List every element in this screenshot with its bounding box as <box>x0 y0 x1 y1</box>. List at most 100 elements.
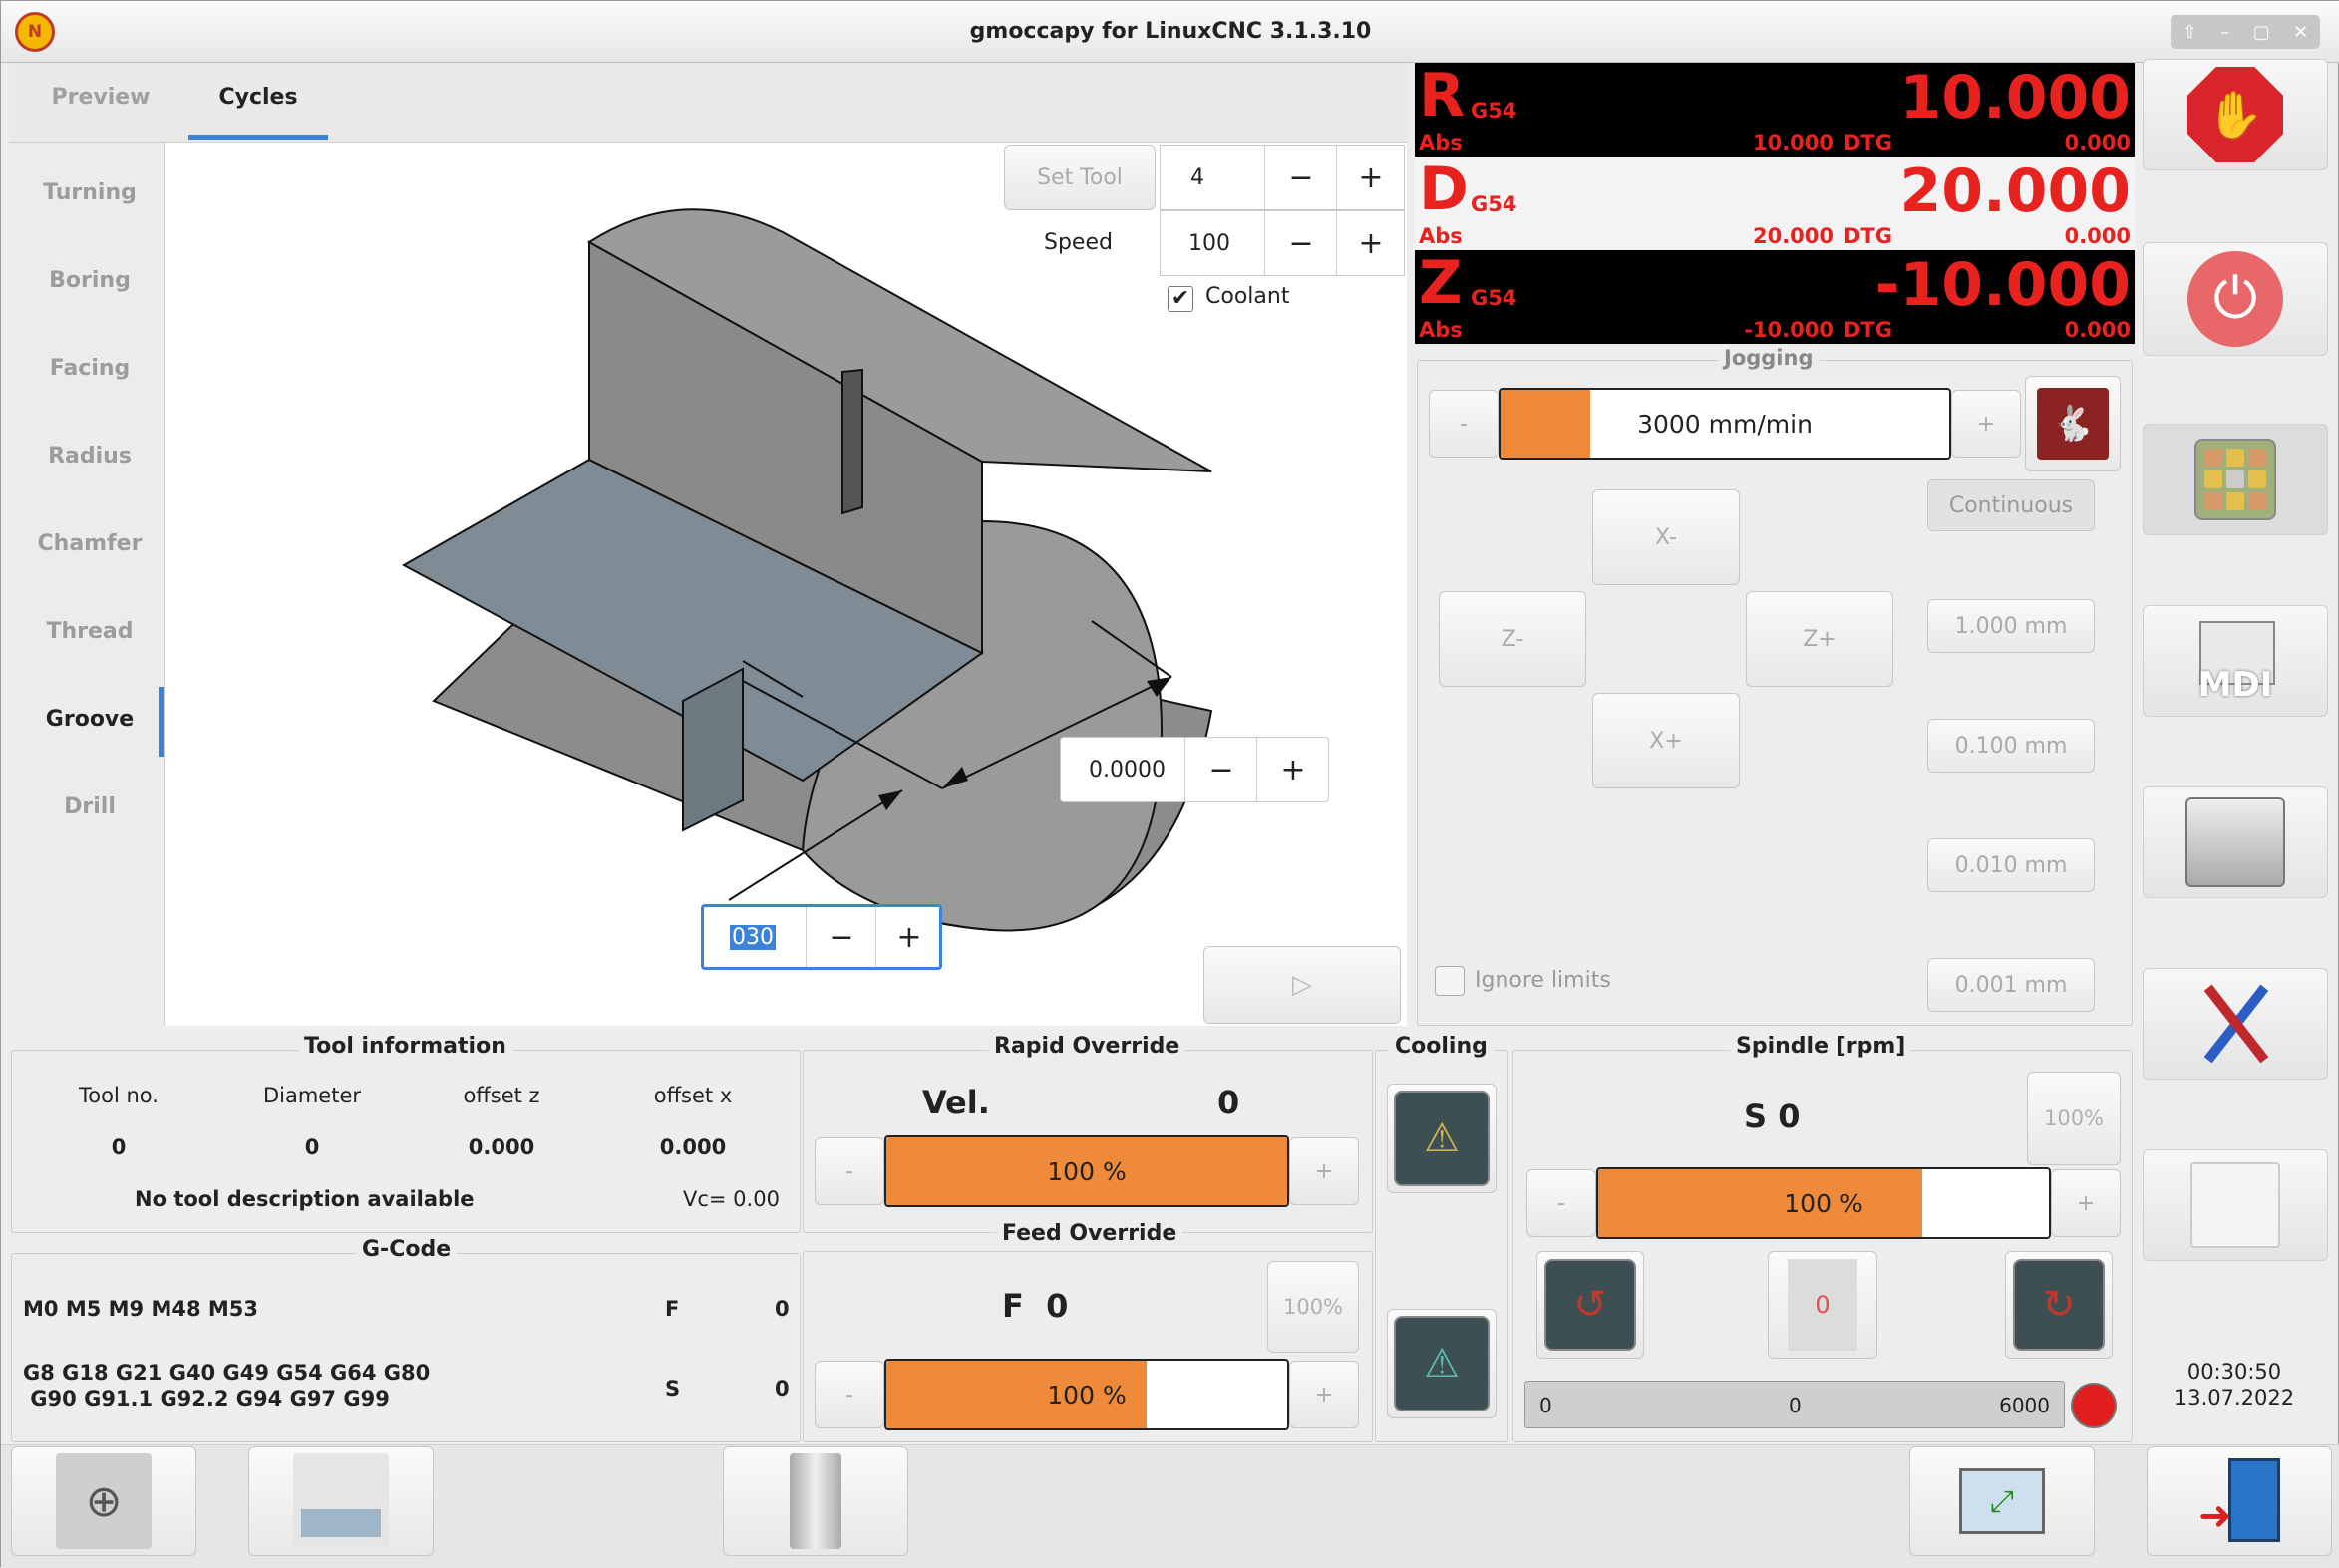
fullscreen-button[interactable]: ⤢ <box>1909 1446 2095 1556</box>
tool-change-button[interactable] <box>723 1446 908 1556</box>
rapid-override-slider[interactable]: 100 % <box>884 1135 1289 1207</box>
groove-width-value[interactable]: 0.0000 <box>1061 758 1184 783</box>
tools-icon <box>2187 976 2283 1072</box>
feed-override-slider[interactable]: 100 % <box>884 1359 1289 1430</box>
clock: 00:30:50 13.07.2022 <box>2145 1359 2324 1411</box>
coolant-checkbox[interactable]: ✔ <box>1168 286 1193 312</box>
tool-decrement-button[interactable]: − <box>1266 146 1336 209</box>
rapid-decrease-button[interactable]: - <box>815 1137 884 1205</box>
increment-1mm-button[interactable]: 1.000 mm <box>1927 599 2095 653</box>
shade-window-icon[interactable]: ⇧ <box>2182 22 2197 43</box>
jog-speed-decrease-button[interactable]: - <box>1429 390 1499 458</box>
auto-program-icon <box>2185 797 2285 887</box>
home-axes-icon: ⊕ <box>56 1453 152 1549</box>
spindle-reset-button[interactable]: 100% <box>2027 1072 2121 1165</box>
dro-z-abs-value: -10.000 <box>1744 318 1834 342</box>
rapid-override-text: 100 % <box>1047 1156 1127 1186</box>
dro-z-letter: Z <box>1419 248 1463 318</box>
dro-r-dtg-value: 0.000 <box>2064 131 2131 155</box>
mdi-mode-button[interactable]: MDI <box>2143 605 2328 717</box>
speed-value[interactable]: 100 <box>1161 231 1264 256</box>
title-bar: N gmoccapy for LinuxCNC 3.1.3.10 ⇧ – ▢ ✕ <box>1 1 2339 63</box>
groove-position-increment-button[interactable]: + <box>877 907 941 967</box>
dro-r-axis: R G54 10.000 Abs 10.000 DTG 0.000 <box>1415 61 2135 157</box>
estop-button[interactable]: ✋ <box>2143 59 2328 170</box>
diameter-header: Diameter <box>262 1084 362 1107</box>
sidebar-item-thread[interactable]: Thread <box>15 603 165 659</box>
sidebar-item-boring[interactable]: Boring <box>15 252 165 308</box>
jog-speed-increase-button[interactable]: + <box>1951 390 2021 458</box>
set-tool-button[interactable]: Set Tool <box>1004 145 1156 210</box>
tool-no-value: 0 <box>111 1135 127 1159</box>
rapid-increase-button[interactable]: + <box>1289 1137 1359 1205</box>
increment-0-001mm-button[interactable]: 0.001 mm <box>1927 958 2095 1012</box>
jog-arrows-icon <box>2194 439 2276 520</box>
feed-decrease-button[interactable]: - <box>815 1361 884 1428</box>
settings-button[interactable] <box>2143 968 2328 1080</box>
groove-width-increment-button[interactable]: + <box>1258 738 1328 801</box>
increment-0-1mm-button[interactable]: 0.100 mm <box>1927 719 2095 773</box>
jog-speed-slider[interactable]: 3000 mm/min <box>1499 388 1951 460</box>
jog-x-minus-button[interactable]: X- <box>1592 489 1740 585</box>
rapid-vel-label: Vel. <box>922 1084 990 1121</box>
continuous-jog-button[interactable]: Continuous <box>1927 479 2095 531</box>
sidebar-item-facing[interactable]: Facing <box>15 340 165 396</box>
exit-button[interactable]: ➜ <box>2147 1446 2332 1556</box>
manual-mode-button[interactable] <box>2143 424 2328 535</box>
spindle-decrease-button[interactable]: - <box>1526 1169 1596 1237</box>
jog-x-plus-button[interactable]: X+ <box>1592 693 1740 788</box>
tab-cycles[interactable]: Cycles <box>188 85 328 110</box>
close-window-icon[interactable]: ✕ <box>2293 22 2308 43</box>
groove-position-decrement-button[interactable]: − <box>808 907 875 967</box>
tool-increment-button[interactable]: + <box>1338 146 1404 209</box>
mist-coolant-button[interactable]: ⚠ <box>1387 1309 1497 1418</box>
sidebar-item-groove[interactable]: Groove <box>15 691 165 747</box>
speed-increment-button[interactable]: + <box>1338 211 1404 275</box>
groove-width-spinbox[interactable]: 0.0000 − + <box>1060 737 1329 802</box>
sidebar-item-radius[interactable]: Radius <box>15 428 165 483</box>
offset-x-header: offset x <box>653 1084 733 1107</box>
spindle-override-slider[interactable]: 100 % <box>1596 1167 2051 1239</box>
tool-number-spinbox[interactable]: 4 − + <box>1160 145 1405 210</box>
sidebar-item-turning[interactable]: Turning <box>15 164 165 220</box>
increment-0-01mm-button[interactable]: 0.010 mm <box>1927 838 2095 892</box>
home-axes-button[interactable]: ⊕ <box>11 1446 196 1556</box>
tab-preview[interactable]: Preview <box>33 85 168 110</box>
gcode-panel <box>11 1253 801 1442</box>
auto-mode-button[interactable] <box>2143 786 2328 898</box>
spindle-stop-button[interactable]: 0 <box>1768 1251 1877 1359</box>
feed-increase-button[interactable]: + <box>1289 1361 1359 1428</box>
sidebar-item-drill[interactable]: Drill <box>15 779 165 834</box>
speed-spinbox[interactable]: 100 − + <box>1160 210 1405 276</box>
tool-number-value[interactable]: 4 <box>1161 165 1264 190</box>
spindle-override-text: 100 % <box>1784 1188 1863 1218</box>
user-tabs-button[interactable] <box>2143 1149 2328 1261</box>
ignore-limits-checkbox[interactable] <box>1435 966 1465 996</box>
spindle-ccw-button[interactable]: ↺ <box>1536 1251 1644 1359</box>
touch-off-button[interactable] <box>248 1446 434 1556</box>
gauge-max: 6000 <box>1999 1394 2050 1417</box>
maximize-window-icon[interactable]: ▢ <box>2253 22 2270 43</box>
estop-hand-icon: ✋ <box>2187 67 2283 162</box>
jog-speed-text: 3000 mm/min <box>1637 409 1813 439</box>
groove-position-value[interactable]: 030 <box>730 924 776 950</box>
feed-reset-button[interactable]: 100% <box>1267 1261 1359 1353</box>
tool-holder-icon <box>790 1453 841 1549</box>
spindle-increase-button[interactable]: + <box>2051 1169 2121 1237</box>
jog-z-plus-button[interactable]: Z+ <box>1746 591 1893 687</box>
turtle-rabbit-button[interactable]: 🐇 <box>2025 376 2121 471</box>
machine-power-button[interactable]: ⏻ <box>2143 242 2328 356</box>
dro-r-letter: R <box>1419 61 1466 131</box>
groove-width-decrement-button[interactable]: − <box>1186 738 1256 801</box>
spindle-cw-button[interactable]: ↻ <box>2005 1251 2113 1359</box>
run-cycle-button[interactable]: ▷ <box>1203 946 1401 1024</box>
dro-r-coordsys: G54 <box>1471 99 1517 123</box>
groove-position-spinbox[interactable]: 030 − + <box>701 904 942 970</box>
offset-z-value: 0.000 <box>468 1135 535 1159</box>
spindle-stop-icon: 0 <box>1788 1259 1857 1351</box>
jog-z-minus-button[interactable]: Z- <box>1439 591 1586 687</box>
speed-decrement-button[interactable]: − <box>1266 211 1336 275</box>
minimize-window-icon[interactable]: – <box>2220 22 2229 43</box>
flood-coolant-button[interactable]: ⚠ <box>1387 1084 1497 1193</box>
sidebar-item-chamfer[interactable]: Chamfer <box>15 515 165 571</box>
